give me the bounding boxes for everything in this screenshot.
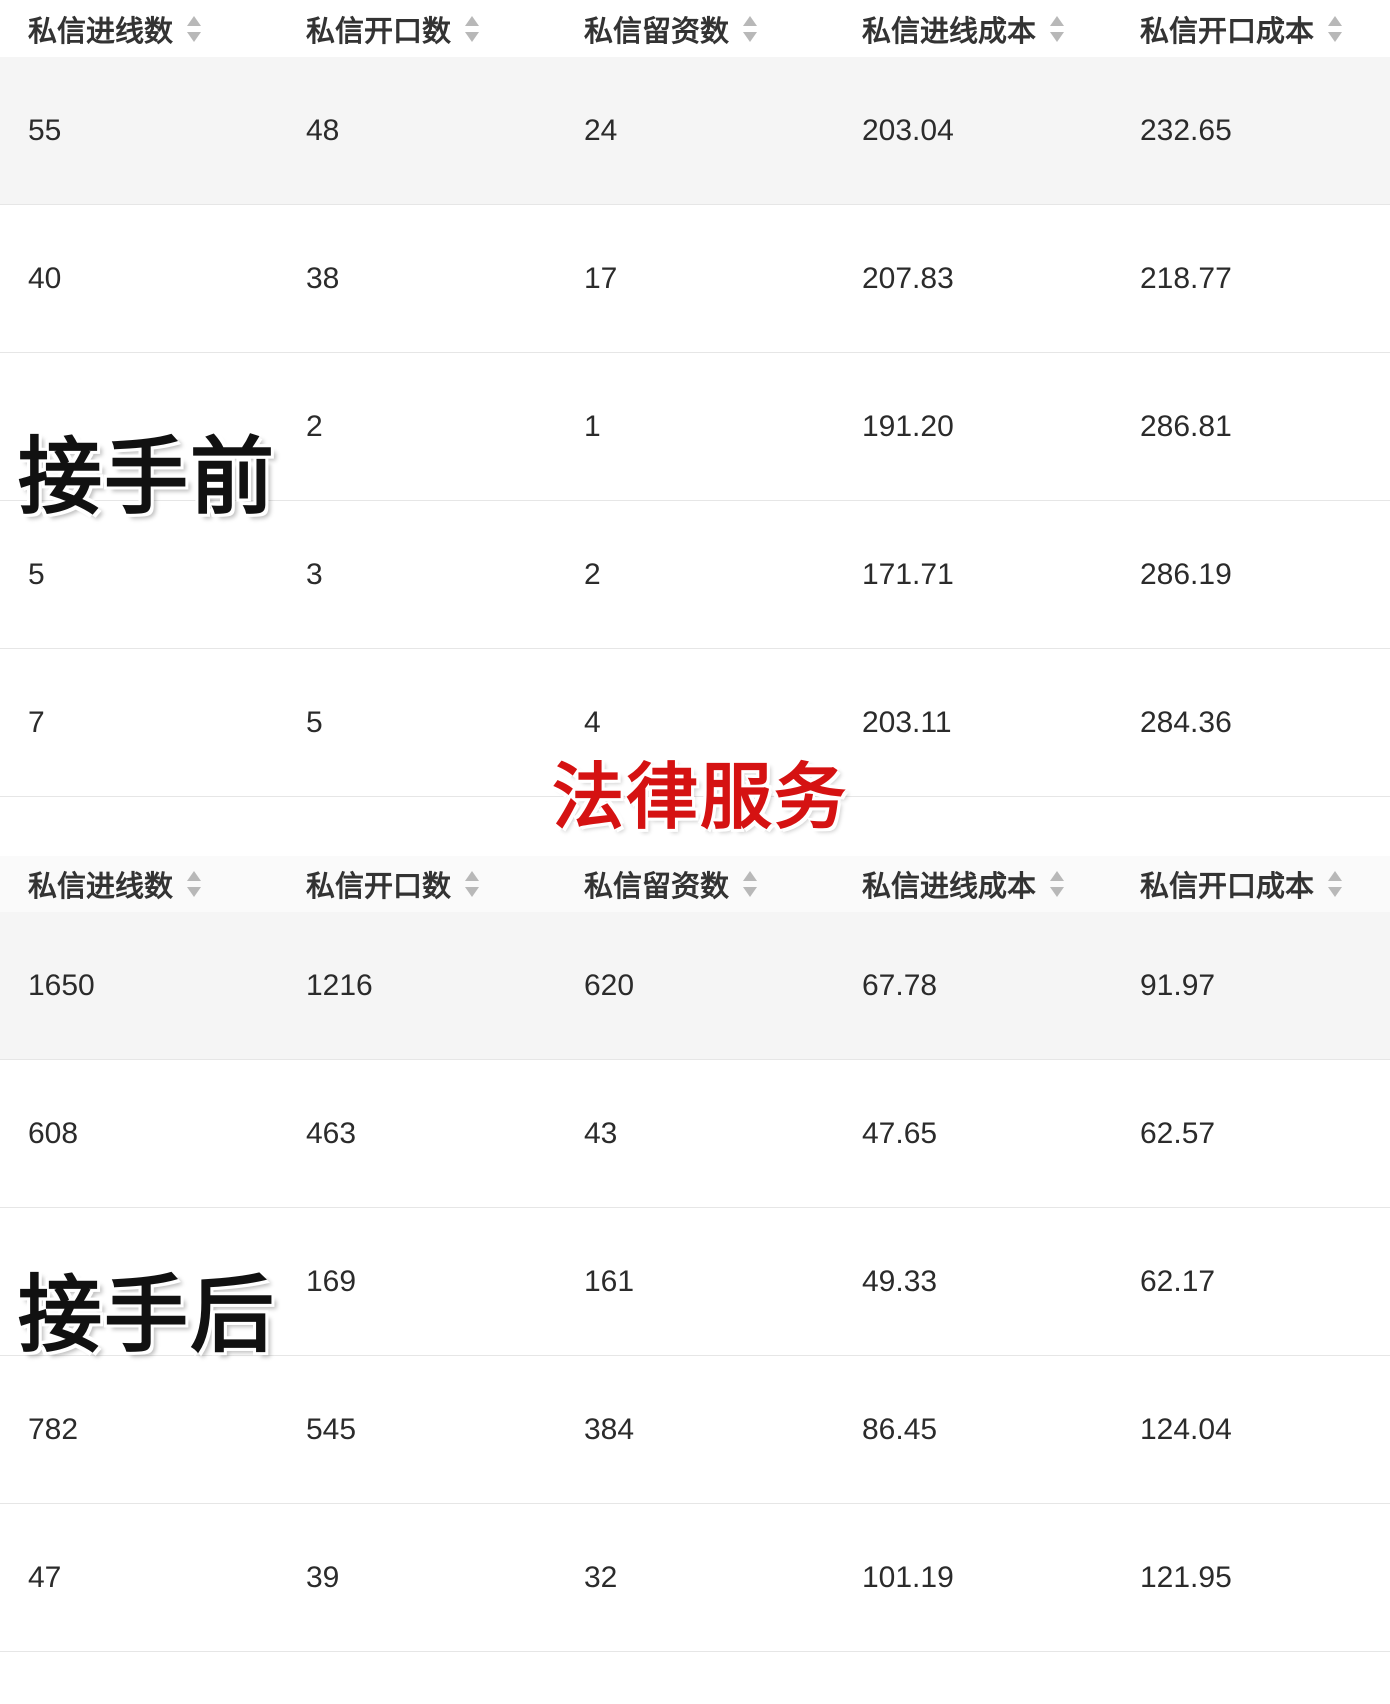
table-cell: 1 bbox=[584, 409, 601, 443]
table-cell: 101.19 bbox=[862, 1560, 954, 1594]
table-cell: 1650 bbox=[28, 968, 95, 1002]
table-cell: 32 bbox=[584, 1560, 618, 1594]
column-header[interactable]: 私信开口数 bbox=[278, 8, 556, 50]
table-cell: 67.78 bbox=[862, 968, 938, 1002]
table-header: 私信进线数 私信开口数 私信留资数 私信进线成本 私信开口成本 bbox=[0, 0, 1390, 57]
table-cell: 48 bbox=[306, 113, 340, 147]
table-cell: 2 bbox=[584, 557, 601, 591]
table-cell: 49.33 bbox=[862, 1264, 938, 1298]
table-cell: 608 bbox=[28, 1116, 79, 1150]
table-cell: 5 bbox=[306, 705, 323, 739]
sort-icon[interactable] bbox=[743, 871, 758, 897]
table-cell: 62.57 bbox=[1140, 1116, 1216, 1150]
table-cell: 171.71 bbox=[862, 557, 954, 591]
column-header[interactable]: 私信进线成本 bbox=[834, 8, 1112, 50]
table-cell: 1216 bbox=[306, 968, 373, 1002]
column-header[interactable]: 私信进线数 bbox=[0, 863, 278, 905]
table-cell: 47.65 bbox=[862, 1116, 938, 1150]
table-cell: 284.36 bbox=[1140, 705, 1232, 739]
table-cell: 191.20 bbox=[862, 409, 954, 443]
table-cell: 43 bbox=[584, 1116, 618, 1150]
table-cell: 232.65 bbox=[1140, 113, 1232, 147]
table-cell: 218.77 bbox=[1140, 261, 1232, 295]
table-cell: 286.81 bbox=[1140, 409, 1232, 443]
column-header[interactable]: 私信留资数 bbox=[556, 8, 834, 50]
table-cell: 3 bbox=[306, 557, 323, 591]
table-cell: 2 bbox=[306, 409, 323, 443]
sort-icon[interactable] bbox=[465, 871, 480, 897]
table-cell: 4 bbox=[584, 705, 601, 739]
column-header[interactable]: 私信留资数 bbox=[556, 863, 834, 905]
sort-icon[interactable] bbox=[465, 15, 480, 42]
table-row: 40 38 17 207.83 218.77 bbox=[0, 205, 1390, 353]
table-cell: 124.04 bbox=[1140, 1412, 1232, 1446]
table-cell: 17 bbox=[584, 261, 618, 295]
table-cell: 782 bbox=[28, 1412, 79, 1446]
column-header[interactable]: 私信进线成本 bbox=[834, 863, 1112, 905]
table-cell: 463 bbox=[306, 1116, 357, 1150]
data-table-before: 私信进线数 私信开口数 私信留资数 私信进线成本 私信开口成本 55 48 24… bbox=[0, 0, 1390, 797]
table-header: 私信进线数 私信开口数 私信留资数 私信进线成本 私信开口成本 bbox=[0, 856, 1390, 912]
sort-icon[interactable] bbox=[1050, 15, 1065, 42]
sort-icon[interactable] bbox=[187, 15, 202, 42]
table-cell: 7 bbox=[28, 705, 45, 739]
sort-icon[interactable] bbox=[743, 15, 758, 42]
table-cell: 545 bbox=[306, 1412, 357, 1446]
legal-service-title: 法律服务 bbox=[552, 755, 849, 839]
table-row: 782 545 384 86.45 124.04 bbox=[0, 1356, 1390, 1504]
column-header[interactable]: 私信开口数 bbox=[278, 863, 556, 905]
column-header[interactable]: 私信进线数 bbox=[0, 8, 278, 50]
table-cell: 91.97 bbox=[1140, 968, 1216, 1002]
table-cell: 55 bbox=[28, 113, 62, 147]
sort-icon[interactable] bbox=[187, 871, 202, 897]
table-row: 47 39 32 101.19 121.95 bbox=[0, 1504, 1390, 1652]
table-row: 1650 1216 620 67.78 91.97 bbox=[0, 912, 1390, 1060]
table-cell: 161 bbox=[584, 1264, 635, 1298]
table-cell: 86.45 bbox=[862, 1412, 938, 1446]
table-cell: 207.83 bbox=[862, 261, 954, 295]
table-cell: 38 bbox=[306, 261, 340, 295]
table-cell: 169 bbox=[306, 1264, 357, 1298]
table-cell: 203.04 bbox=[862, 113, 954, 147]
table-cell: 62.17 bbox=[1140, 1264, 1216, 1298]
table-cell: 39 bbox=[306, 1560, 340, 1594]
table-row: 55 48 24 203.04 232.65 bbox=[0, 57, 1390, 205]
table-cell: 384 bbox=[584, 1412, 635, 1446]
column-header[interactable]: 私信开口成本 bbox=[1112, 8, 1390, 50]
column-header[interactable]: 私信开口成本 bbox=[1112, 863, 1390, 905]
sort-icon[interactable] bbox=[1050, 871, 1065, 897]
table-cell: 203.11 bbox=[862, 705, 952, 739]
sort-icon[interactable] bbox=[1328, 871, 1343, 897]
table-cell: 47 bbox=[28, 1560, 62, 1594]
table-cell: 40 bbox=[28, 261, 62, 295]
sort-icon[interactable] bbox=[1328, 15, 1343, 42]
table-cell: 5 bbox=[28, 557, 45, 591]
table-cell: 620 bbox=[584, 968, 635, 1002]
after-label: 接手后 bbox=[18, 1266, 277, 1364]
table-cell: 286.19 bbox=[1140, 557, 1232, 591]
table-cell: 121.95 bbox=[1140, 1560, 1232, 1594]
table-row: 608 463 43 47.65 62.57 bbox=[0, 1060, 1390, 1208]
table-cell: 24 bbox=[584, 113, 618, 147]
before-label: 接手前 bbox=[18, 428, 277, 526]
